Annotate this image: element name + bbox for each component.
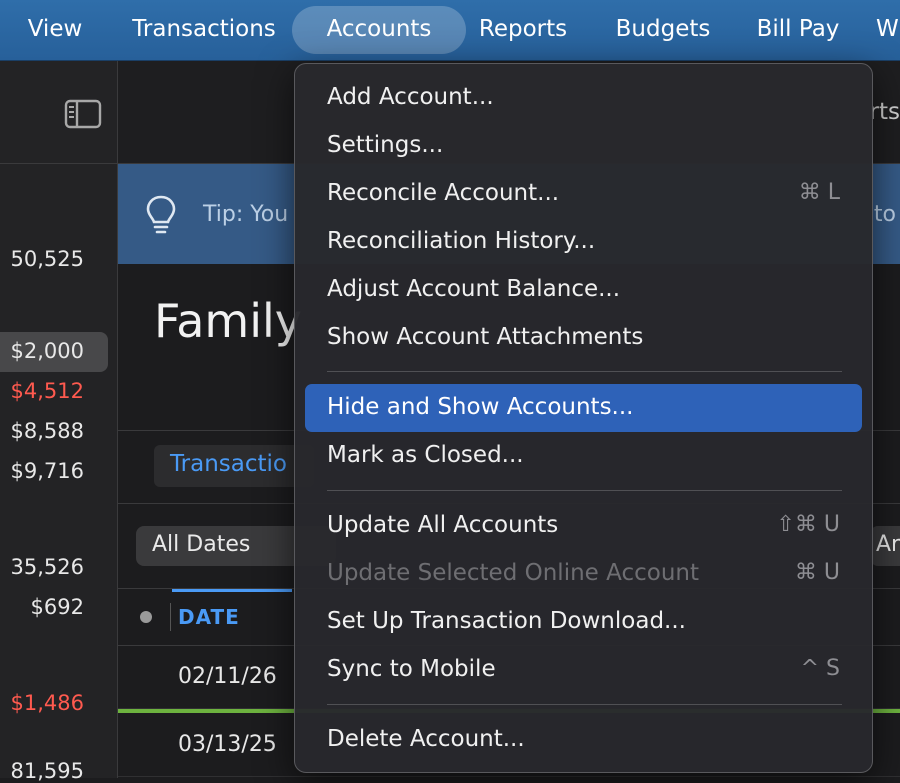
menu-item-label: Update All Accounts (327, 512, 559, 538)
sidebar-account-balance[interactable]: $1,486 (0, 691, 84, 715)
menu-budgets[interactable]: Budgets (604, 6, 722, 54)
menu-item-adjust-balance[interactable]: Adjust Account Balance... (305, 266, 862, 314)
menu-item-shortcut: ⇧⌘ U (776, 512, 840, 537)
sidebar-account-balance[interactable]: 35,526 (0, 555, 84, 579)
menu-separator (327, 704, 842, 705)
column-divider (170, 603, 171, 631)
menu-item-delete-account[interactable]: Delete Account... (305, 716, 862, 764)
menu-item-sync-mobile[interactable]: Sync to Mobile ^ S (305, 646, 862, 694)
menu-item-shortcut: ^ S (800, 656, 840, 681)
menu-item-label: Hide and Show Accounts... (327, 394, 634, 420)
menu-item-label: Adjust Account Balance... (327, 276, 621, 302)
sidebar-account-balance[interactable]: $2,000 (0, 339, 84, 363)
filter-right-label: Ar (876, 532, 900, 557)
menu-item-shortcut: ⌘ U (794, 560, 840, 585)
menu-item-label: Delete Account... (327, 726, 525, 752)
accounts-menu: Add Account... Settings... Reconcile Acc… (294, 63, 873, 773)
sidebar-account-balance[interactable]: $692 (0, 595, 84, 619)
menu-item-hide-show-accounts[interactable]: Hide and Show Accounts... (305, 384, 862, 432)
tab-transactions[interactable]: Transactio (154, 445, 314, 487)
menu-item-setup-download[interactable]: Set Up Transaction Download... (305, 598, 862, 646)
menu-item-reconciliation-history[interactable]: Reconciliation History... (305, 218, 862, 266)
menu-item-label: Update Selected Online Account (327, 560, 699, 586)
menu-item-add-account[interactable]: Add Account... (305, 74, 862, 122)
menu-item-label: Reconciliation History... (327, 228, 596, 254)
sidebar-account-balance[interactable]: 81,595 (0, 759, 84, 783)
menu-item-reconcile-account[interactable]: Reconcile Account... ⌘ L (305, 170, 862, 218)
menu-item-label: Sync to Mobile (327, 656, 496, 682)
date-column-underline (172, 589, 292, 592)
menu-item-label: Settings... (327, 132, 444, 158)
menu-item-label: Reconcile Account... (327, 180, 560, 206)
menu-accounts[interactable]: Accounts (292, 6, 466, 54)
column-date[interactable]: DATE (178, 605, 240, 629)
account-title: Family (154, 294, 303, 348)
menu-transactions[interactable]: Transactions (118, 6, 290, 54)
status-dot-icon[interactable] (140, 611, 152, 623)
menu-bar: View Transactions Accounts Reports Budge… (0, 0, 900, 61)
sidebar-toggle-icon[interactable] (64, 99, 102, 129)
menu-bill-pay[interactable]: Bill Pay (746, 6, 850, 54)
sidebar-account-balance[interactable]: $8,588 (0, 419, 84, 443)
lightbulb-icon (144, 194, 178, 236)
tip-text-tail: to (873, 202, 896, 227)
toolbar-reports-label[interactable]: rts (870, 99, 900, 125)
transaction-date: 03/13/25 (178, 732, 277, 757)
menu-item-mark-closed[interactable]: Mark as Closed... (305, 432, 862, 480)
menu-reports[interactable]: Reports (470, 6, 576, 54)
sidebar-account-balance[interactable]: $4,512 (0, 379, 84, 403)
tip-text: Tip: You (203, 202, 289, 227)
menu-separator (327, 490, 842, 491)
menu-item-label: Add Account... (327, 84, 494, 110)
menu-item-label: Mark as Closed... (327, 442, 524, 468)
sidebar: 50,525 $2,000 $4,512 $8,588 $9,716 35,52… (0, 61, 118, 783)
sidebar-header (0, 61, 117, 164)
menu-item-label: Show Account Attachments (327, 324, 644, 350)
date-filter-label: All Dates (152, 532, 251, 557)
menu-separator (327, 371, 842, 372)
menu-item-update-selected-online: Update Selected Online Account ⌘ U (305, 550, 862, 598)
sidebar-account-balance[interactable]: $9,716 (0, 459, 84, 483)
menu-item-shortcut: ⌘ L (798, 180, 840, 205)
menu-view[interactable]: View (14, 6, 96, 54)
menu-window[interactable]: W (876, 6, 900, 54)
transaction-date: 02/11/26 (178, 664, 277, 689)
menu-item-show-attachments[interactable]: Show Account Attachments (305, 314, 862, 362)
tab-transactions-label: Transactio (170, 451, 287, 477)
menu-item-settings[interactable]: Settings... (305, 122, 862, 170)
sidebar-account-balance[interactable]: 50,525 (0, 247, 84, 271)
menu-item-label: Set Up Transaction Download... (327, 608, 686, 634)
menu-item-update-all-accounts[interactable]: Update All Accounts ⇧⌘ U (305, 502, 862, 550)
filter-dropdown-right[interactable]: Ar (870, 526, 900, 566)
